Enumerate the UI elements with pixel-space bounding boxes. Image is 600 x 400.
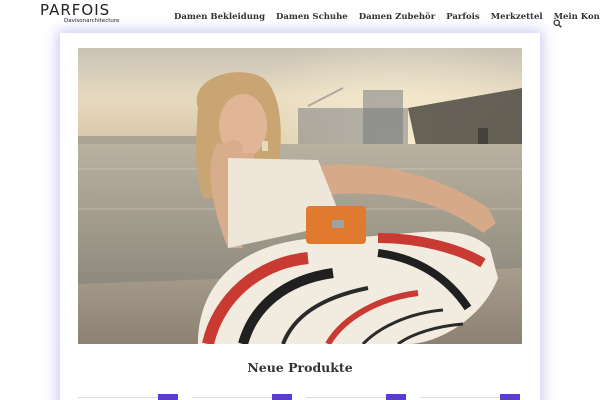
new-products-title: Neue Produkte: [247, 360, 353, 375]
main-nav: Damen Bekleidung Damen Schuhe Damen Zube…: [174, 12, 600, 22]
nav-item-damen-zubehoer[interactable]: Damen Zubehör: [359, 12, 435, 22]
product-badge: [272, 394, 292, 400]
product-card[interactable]: [306, 394, 408, 400]
card-divider: [192, 397, 274, 398]
nav-item-merkzettel[interactable]: Merkzettel: [491, 12, 543, 22]
card-divider: [420, 397, 502, 398]
brand-logo[interactable]: PARFOIS Davisonarchitecture: [40, 2, 140, 28]
product-badge: [500, 394, 520, 400]
product-badge: [158, 394, 178, 400]
logo-subtitle: Davisonarchitecture: [64, 18, 120, 24]
hero-slider-image[interactable]: [78, 48, 522, 344]
nav-item-damen-schuhe[interactable]: Damen Schuhe: [276, 12, 348, 22]
nav-item-parfois[interactable]: Parfois: [446, 12, 480, 22]
search-icon[interactable]: [553, 13, 562, 28]
card-divider: [306, 397, 388, 398]
product-card[interactable]: [420, 394, 522, 400]
slider-prev-icon[interactable]: ‹: [86, 190, 96, 202]
site-header: PARFOIS Davisonarchitecture Damen Beklei…: [0, 0, 600, 33]
product-card[interactable]: [78, 394, 180, 400]
product-badge: [386, 394, 406, 400]
card-divider: [78, 397, 160, 398]
product-card[interactable]: [192, 394, 294, 400]
logo-text: PARFOIS: [40, 1, 111, 19]
nav-item-damen-bekleidung[interactable]: Damen Bekleidung: [174, 12, 265, 22]
